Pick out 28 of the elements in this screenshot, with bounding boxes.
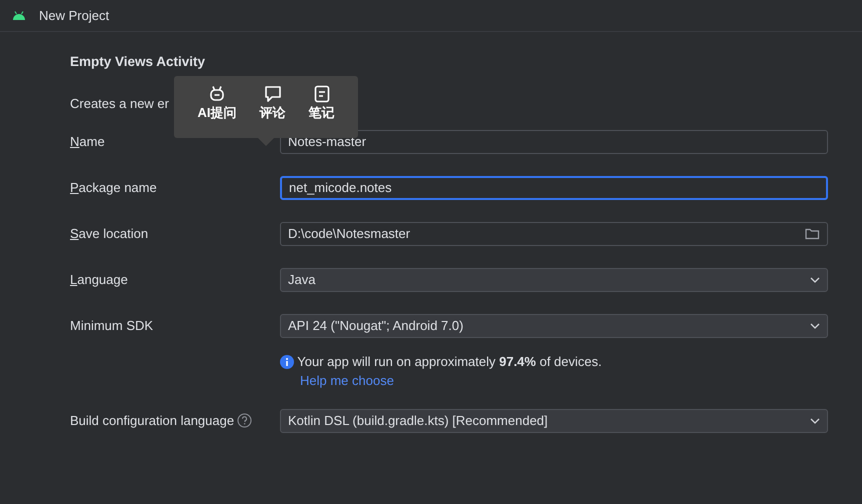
field-label: Language <box>70 272 128 287</box>
field-label: Name <box>70 134 105 149</box>
note-icon <box>312 85 330 103</box>
info-text: Your app will run on approximately 97.4% of devices. <box>297 352 602 371</box>
comment-icon <box>264 85 282 103</box>
text-field[interactable]: net_micode.notes <box>280 176 828 200</box>
popup-button[interactable]: AI提问 <box>198 85 236 138</box>
folder-icon[interactable] <box>805 228 820 240</box>
chevron-down-icon <box>810 418 820 424</box>
chevron-down-icon <box>810 322 820 329</box>
path-field[interactable]: D:\code\Notesmaster <box>280 222 828 246</box>
text-field[interactable]: Notes-master <box>280 130 828 154</box>
robot-icon <box>208 85 226 103</box>
field-label: Build configuration language <box>70 412 234 430</box>
dropdown[interactable]: Java <box>280 268 828 292</box>
field-label: Save location <box>70 226 148 241</box>
android-icon <box>12 11 26 20</box>
field-label: Minimum SDK <box>70 318 154 333</box>
field-label: Package name <box>70 180 157 195</box>
description-text: Creates a new er <box>70 95 169 114</box>
chevron-down-icon <box>810 276 820 283</box>
info-icon <box>280 354 294 368</box>
section-heading: Empty Views Activity <box>70 53 206 71</box>
dropdown[interactable]: API 24 ("Nougat"; Android 7.0) <box>280 314 828 338</box>
help-link[interactable]: Help me choose <box>300 373 394 388</box>
dropdown[interactable]: Kotlin DSL (build.gradle.kts) [Recommended] <box>280 408 828 433</box>
window-title: New Project <box>39 6 110 25</box>
help-icon[interactable] <box>237 413 252 428</box>
